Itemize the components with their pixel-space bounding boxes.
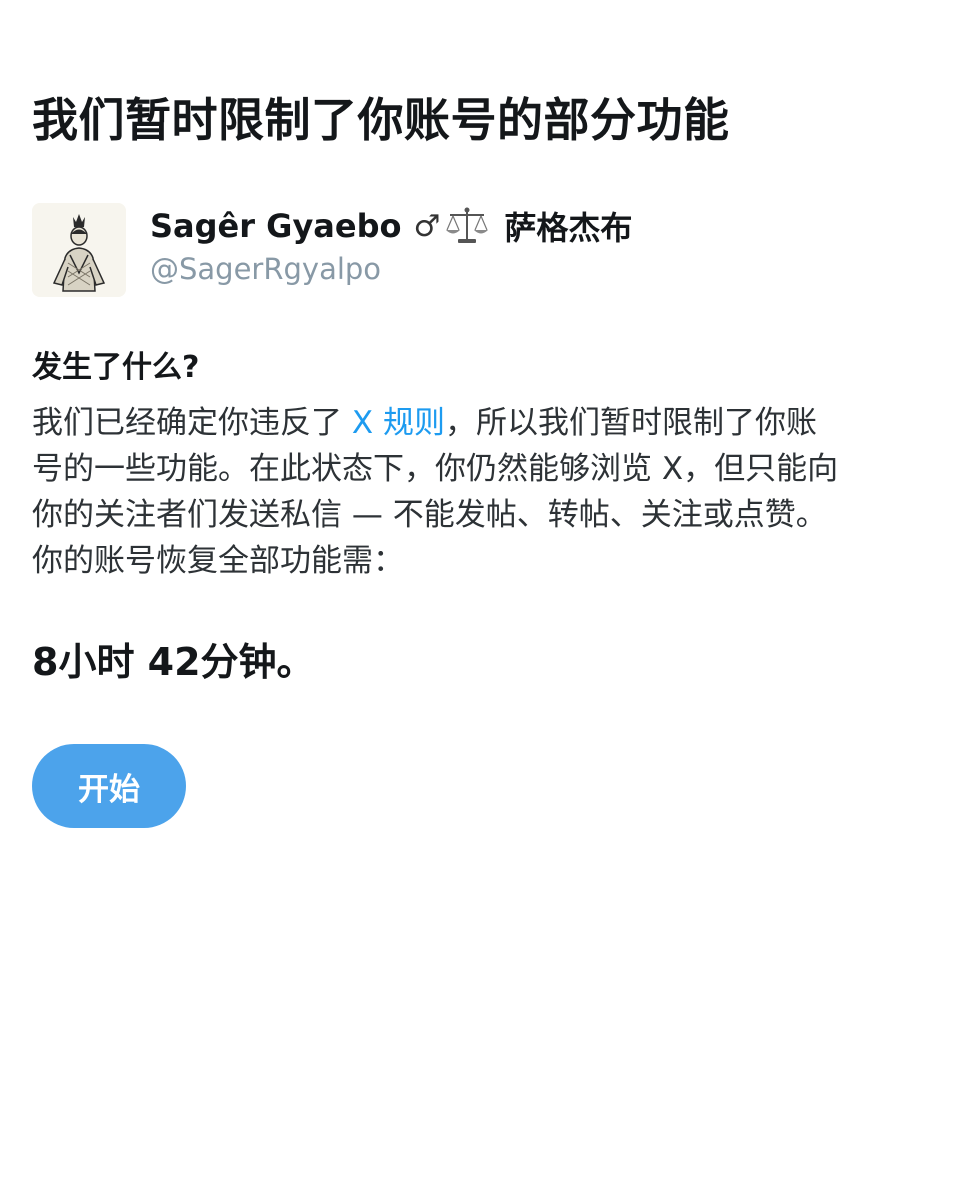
account-card: Sagêr Gyaebo ♂ 萨格杰布 @SagerRgyalpo [32,203,912,299]
display-name[interactable]: Sagêr Gyaebo [150,207,401,245]
page-title: 我们暂时限制了你账号的部分功能 [32,93,730,147]
male-sign-icon: ♂ [413,208,441,244]
display-name-row: Sagêr Gyaebo ♂ 萨格杰布 [150,203,632,249]
notice-body: 我们已经确定你违反了 X 规则，所以我们暂时限制了你账 号的一些功能。在此状态下… [32,400,937,584]
notice-line-3: 你的关注者们发送私信 — 不能发帖、转帖、关注或点赞。 [32,497,827,533]
notice-line-2: 号的一些功能。在此状态下，你仍然能够浏览 X，但只能向 [32,451,839,487]
start-button[interactable]: 开始 [32,744,186,828]
username[interactable]: @SagerRgyalpo [150,249,381,289]
notice-text-after-link: ，所以我们暂时限制了你账 [444,405,817,441]
notice-text-before-link: 我们已经确定你违反了 [32,405,352,441]
x-rules-link[interactable]: X 规则 [352,405,445,441]
balance-scale-icon [444,206,490,246]
restriction-timer: 8小时 42分钟。 [32,640,315,684]
display-name-chinese[interactable]: 萨格杰布 [504,203,632,249]
avatar-figure-icon [32,203,126,297]
avatar[interactable] [32,203,126,297]
what-happened-heading: 发生了什么? [32,350,200,385]
notice-line-4: 你的账号恢复全部功能需： [32,543,404,579]
notice-line-1: 我们已经确定你违反了 X 规则，所以我们暂时限制了你账 [32,400,937,446]
